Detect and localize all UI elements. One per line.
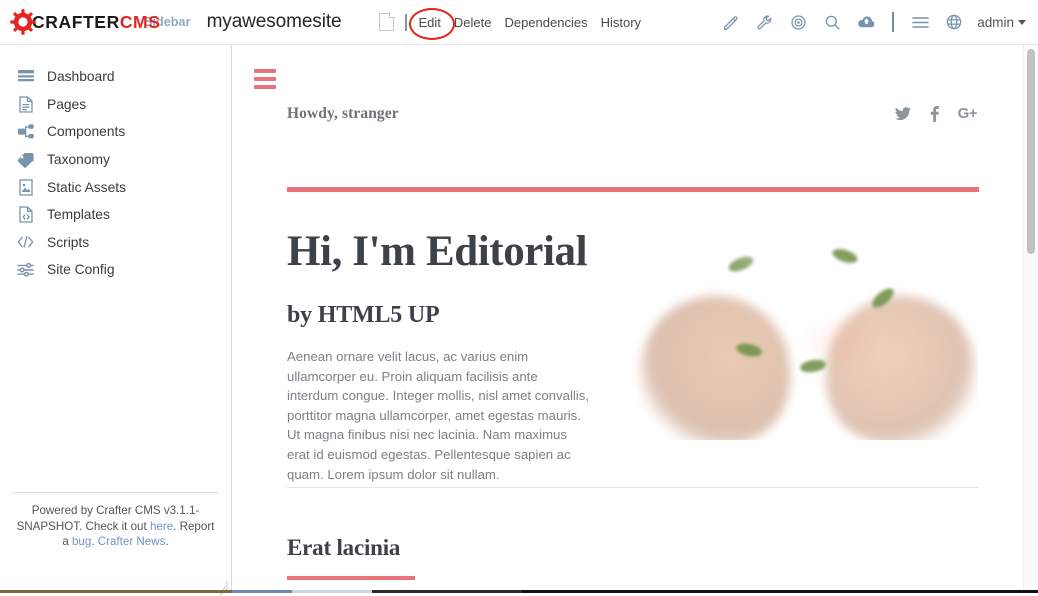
pages-document-icon xyxy=(17,96,34,113)
logo-text-cms: CMS xyxy=(120,12,161,32)
search-icon[interactable] xyxy=(815,7,849,37)
sidebar-item-components[interactable]: Components xyxy=(0,118,231,146)
dashboard-icon xyxy=(17,68,34,85)
delete-button[interactable]: Delete xyxy=(454,15,492,30)
history-button[interactable]: History xyxy=(601,15,641,30)
site-preview-pane: Howdy, stranger G+ Hi, I'm Editorial by … xyxy=(233,45,1023,593)
image-file-icon xyxy=(17,179,34,196)
craftercms-logo[interactable]: CRAFTERCMS xyxy=(10,9,128,35)
wrench-icon[interactable] xyxy=(747,7,781,37)
tag-icon xyxy=(17,151,34,168)
sidebar-item-scripts[interactable]: Scripts xyxy=(0,229,231,257)
twitter-icon[interactable] xyxy=(895,107,911,121)
sidebar-footer: Powered by Crafter CMS v3.1.1-SNAPSHOT. … xyxy=(12,492,219,550)
user-menu-admin[interactable]: admin xyxy=(977,15,1026,30)
code-brackets-icon xyxy=(17,234,34,251)
page-document-icon[interactable] xyxy=(379,13,394,31)
hero-image-strawberries xyxy=(632,192,978,440)
sidebar-item-label: Pages xyxy=(47,97,86,112)
gear-icon xyxy=(10,9,36,35)
sidebar-item-pages[interactable]: Pages xyxy=(0,91,231,119)
sidebar-item-label: Dashboard xyxy=(47,69,115,84)
sidebar-item-taxonomy[interactable]: Taxonomy xyxy=(0,146,231,174)
edit-button[interactable]: Edit xyxy=(418,15,440,30)
preview-hamburger-menu-icon[interactable] xyxy=(254,69,276,89)
dependencies-button[interactable]: Dependencies xyxy=(504,15,587,30)
sidebar-item-label: Site Config xyxy=(47,262,115,277)
sidebar-nav: Dashboard Pages xyxy=(0,45,231,284)
template-code-file-icon xyxy=(17,206,34,223)
footer-link-bug[interactable]: bug xyxy=(72,535,91,548)
scrollbar-thumb[interactable] xyxy=(1027,49,1035,254)
sidebar-item-site-config[interactable]: Site Config xyxy=(0,256,231,284)
logo-text: CRAFTERCMS xyxy=(32,12,161,33)
sidebar-item-dashboard[interactable]: Dashboard xyxy=(0,63,231,91)
top-right-icon-group: admin xyxy=(713,7,1026,37)
target-icon[interactable] xyxy=(781,7,815,37)
cloud-upload-icon[interactable] xyxy=(849,7,883,37)
sidebar-item-label: Scripts xyxy=(47,235,89,250)
site-name: myawesomesite xyxy=(207,11,342,33)
preview-greeting: Howdy, stranger xyxy=(287,105,399,123)
footer-text-4: . xyxy=(165,535,168,548)
toolbar-divider-right xyxy=(892,12,894,32)
section-accent-rule xyxy=(287,576,415,580)
pencil-icon[interactable] xyxy=(713,7,747,37)
sidebar-item-static-assets[interactable]: Static Assets xyxy=(0,173,231,201)
content-divider xyxy=(287,487,979,488)
footer-link-here[interactable]: here xyxy=(150,520,173,533)
sidebar-item-label: Templates xyxy=(47,207,110,222)
globe-icon[interactable] xyxy=(937,7,971,37)
components-icon xyxy=(17,123,34,140)
left-sidebar: Dashboard Pages xyxy=(0,45,232,593)
google-plus-icon[interactable]: G+ xyxy=(958,105,977,122)
footer-link-crafter-news[interactable]: Crafter News xyxy=(98,535,166,548)
sliders-config-icon xyxy=(17,261,34,278)
social-links: G+ xyxy=(895,105,977,122)
sidebar-item-label: Components xyxy=(47,124,125,139)
logo-text-crafter: CRAFTER xyxy=(32,12,120,32)
user-menu-label: admin xyxy=(977,15,1014,30)
chevron-down-icon xyxy=(1018,20,1026,25)
sidebar-item-label: Taxonomy xyxy=(47,152,110,167)
page-subheadline: by HTML5 UP xyxy=(287,302,439,329)
preview-vertical-scrollbar[interactable] xyxy=(1023,45,1038,593)
document-toolbar: Edit Delete Dependencies History xyxy=(379,13,654,31)
sidebar-resize-handle[interactable] xyxy=(216,577,228,589)
hamburger-menu-icon[interactable] xyxy=(903,7,937,37)
facebook-icon[interactable] xyxy=(930,106,939,122)
top-toolbar: CRAFTERCMS Sidebar myawesomesite Edit De… xyxy=(0,0,1038,45)
page-headline: Hi, I'm Editorial xyxy=(287,227,587,276)
section-title: Erat lacinia xyxy=(287,535,400,561)
sidebar-item-templates[interactable]: Templates xyxy=(0,201,231,229)
toolbar-divider xyxy=(405,14,407,31)
sidebar-item-label: Static Assets xyxy=(47,180,126,195)
image-highlight-overlay xyxy=(632,192,978,440)
page-body-text: Aenean ornare velit lacus, ac varius eni… xyxy=(287,347,591,484)
